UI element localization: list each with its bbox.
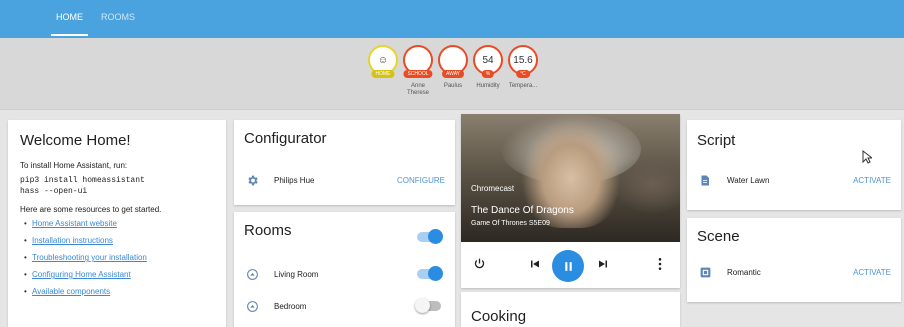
install-code: pip3 install homeassistant hass --open-u… (20, 175, 214, 197)
badge-circle: AWAY (438, 45, 468, 78)
configurator-title: Configurator (244, 130, 327, 147)
cooking-title: Cooking (471, 308, 527, 325)
install-text: To install Home Assistant, run: (20, 161, 128, 170)
cooking-card: Cooking (461, 292, 680, 327)
badge-circle: 15.6 °C (508, 45, 538, 78)
script-item-label: Water Lawn (727, 175, 770, 185)
configurator-card: Configurator Philips Hue CONFIGURE (234, 120, 455, 205)
scene-row[interactable]: Romantic ACTIVATE (697, 264, 891, 280)
badge-humidity[interactable]: 54 % Humidity (473, 45, 503, 97)
living-room-toggle[interactable] (417, 266, 443, 281)
media-subtitle: Game Of Thrones S5E09 (471, 220, 550, 227)
top-bar: HOME ROOMS (0, 0, 904, 38)
gear-icon (244, 172, 260, 188)
script-row[interactable]: Water Lawn ACTIVATE (697, 172, 891, 188)
album-art: Chromecast The Dance Of Dragons Game Of … (461, 114, 680, 242)
badge-pill: °C (516, 70, 530, 78)
resource-links: Home Assistant website Installation inst… (24, 219, 214, 296)
badge-label: Humidity (476, 83, 500, 89)
previous-track-icon[interactable] (529, 258, 541, 273)
welcome-card: Welcome Home! To install Home Assistant,… (8, 120, 226, 327)
badge-label: Anne Therese (406, 83, 429, 96)
pause-button[interactable] (552, 250, 584, 282)
badge-bar: ☺ HOME SCHOOL Anne Therese AWAY Paulus 5… (0, 38, 904, 110)
media-player-card: Chromecast The Dance Of Dragons Game Of … (461, 114, 680, 288)
code-line: hass --open-ui (20, 187, 88, 196)
badge-pill: % (481, 70, 495, 78)
welcome-title: Welcome Home! (20, 132, 131, 149)
rooms-group-toggle[interactable] (417, 229, 443, 244)
badge-circle: SCHOOL (403, 45, 433, 78)
badge-temperature[interactable]: 15.6 °C Tempera... (508, 45, 538, 97)
configurator-row[interactable]: Philips Hue CONFIGURE (244, 172, 445, 188)
badge-label: Paulus (443, 83, 463, 89)
room-row-living-room[interactable]: Living Room (244, 266, 445, 282)
media-title: The Dance Of Dragons (471, 205, 574, 216)
badge-pill: HOME (371, 70, 395, 78)
mouse-pointer-icon (862, 149, 874, 167)
badge-person-anne-therese[interactable]: SCHOOL Anne Therese (403, 45, 433, 97)
link-installation[interactable]: Installation instructions (32, 236, 113, 245)
badge-pill: SCHOOL (403, 70, 433, 78)
tab-rooms[interactable]: ROOMS (92, 0, 144, 38)
list-item: Installation instructions (24, 236, 214, 245)
badge-person-paulus[interactable]: AWAY Paulus (438, 45, 468, 97)
badge-label: Tempera... (508, 83, 538, 89)
art-shadow (611, 154, 680, 214)
link-components[interactable]: Available components (32, 287, 110, 296)
smiley-icon: ☺ (377, 54, 389, 66)
badge-value: 15.6 (513, 54, 533, 66)
scene-title: Scene (697, 228, 740, 245)
room-row-bedroom[interactable]: Bedroom (244, 298, 445, 314)
room-label: Living Room (274, 269, 319, 279)
list-item: Home Assistant website (24, 219, 214, 228)
media-controls (461, 242, 680, 288)
badge-circle: 54 % (473, 45, 503, 78)
scene-card: Scene Romantic ACTIVATE (687, 218, 901, 302)
configurator-item-label: Philips Hue (274, 175, 315, 185)
power-icon[interactable] (473, 257, 486, 273)
rooms-card: Rooms Living Room Bedroom (234, 212, 455, 327)
bedroom-toggle[interactable] (415, 298, 441, 313)
list-item: Configuring Home Assistant (24, 270, 214, 279)
code-line: pip3 install homeassistant (20, 176, 145, 185)
resources-text: Here are some resources to get started. (20, 205, 162, 214)
next-track-icon[interactable] (597, 258, 609, 273)
badge-home[interactable]: ☺ HOME (368, 45, 398, 97)
list-item: Troubleshooting your installation (24, 253, 214, 262)
configure-button[interactable]: CONFIGURE (397, 176, 445, 185)
file-icon (697, 172, 713, 188)
room-label: Bedroom (274, 301, 307, 311)
more-options-icon[interactable] (657, 257, 663, 274)
link-troubleshooting[interactable]: Troubleshooting your installation (32, 253, 147, 262)
scene-icon (697, 264, 713, 280)
badge-circle: ☺ HOME (368, 45, 398, 78)
media-source: Chromecast (471, 184, 515, 193)
activate-scene-button[interactable]: ACTIVATE (853, 268, 891, 277)
link-website[interactable]: Home Assistant website (32, 219, 117, 228)
scene-item-label: Romantic (727, 267, 761, 277)
badge-list: ☺ HOME SCHOOL Anne Therese AWAY Paulus 5… (368, 45, 538, 97)
link-configuring[interactable]: Configuring Home Assistant (32, 270, 131, 279)
room-icon (244, 266, 260, 282)
view-tabs: HOME ROOMS (47, 0, 144, 38)
tab-home[interactable]: HOME (47, 0, 92, 38)
list-item: Available components (24, 287, 214, 296)
script-title: Script (697, 132, 736, 149)
activate-script-button[interactable]: ACTIVATE (853, 176, 891, 185)
rooms-title: Rooms (244, 222, 292, 239)
room-icon (244, 298, 260, 314)
badge-value: 54 (482, 54, 494, 66)
badge-pill: AWAY (442, 70, 464, 78)
